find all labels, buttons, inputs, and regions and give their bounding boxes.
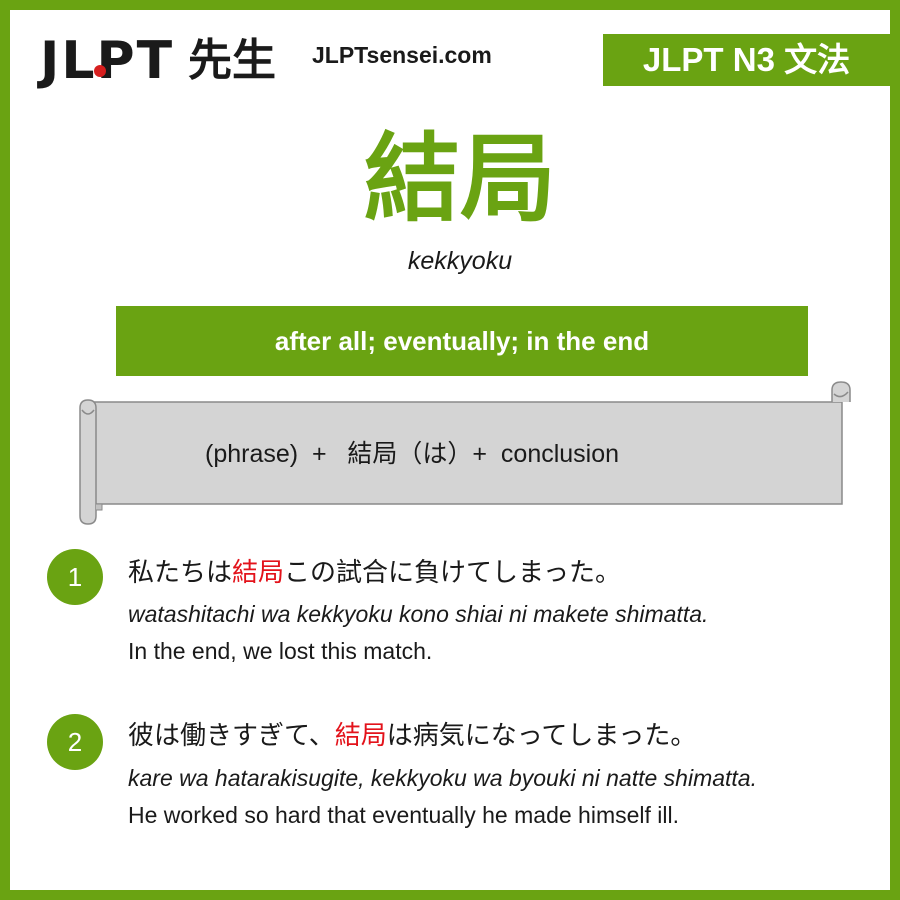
grammar-title: 結局 [364, 123, 556, 235]
example-2-english: He worked so hard that eventually he mad… [128, 802, 680, 828]
example-2-jp-highlight: 結局 [334, 721, 387, 751]
formula-scroll: (phrase) + 結局（は）+ conclusion [72, 380, 862, 526]
site-url[interactable]: JLPTsensei.com [312, 42, 492, 69]
example-1-jp-before: 私たちは [128, 558, 233, 588]
example-1-number-badge: 1 [47, 549, 103, 605]
grammar-reading: kekkyoku [407, 247, 513, 275]
example-2-romaji: kare wa hatarakisugite, kekkyoku wa byou… [128, 765, 757, 791]
example-2-jp-after: は病気になってしまった。 [386, 721, 697, 751]
page-frame: JLPT 先生 JLPTsensei.com JLPT N3 文法 結局 kek… [0, 0, 900, 900]
meaning-banner: after all; eventually; in the end [116, 306, 808, 376]
logo-red-dot [94, 65, 106, 77]
level-badge: JLPT N3 文法 [603, 34, 890, 86]
formula-text: (phrase) + 結局（は）+ conclusion [205, 440, 620, 468]
logo-kanji: 先生 [188, 35, 276, 86]
jlpt-sensei-logo[interactable]: JLPT 先生 [40, 28, 280, 94]
example-1-jp-highlight: 結局 [232, 558, 285, 588]
example-1-romaji: watashitachi wa kekkyoku kono shiai ni m… [128, 601, 709, 627]
example-1-jp-after: この試合に負けてしまった。 [284, 558, 621, 588]
logo-text: JLPT [40, 31, 175, 91]
example-2-jp-before: 彼は働きすぎて、 [128, 721, 335, 751]
example-1-english: In the end, we lost this match. [128, 638, 433, 664]
example-2-number-badge: 2 [47, 714, 103, 770]
example-2-japanese: 彼は働きすぎて、結局は病気になってしまった。 [128, 715, 696, 752]
example-1-japanese: 私たちは結局この試合に負けてしまった。 [128, 552, 621, 589]
